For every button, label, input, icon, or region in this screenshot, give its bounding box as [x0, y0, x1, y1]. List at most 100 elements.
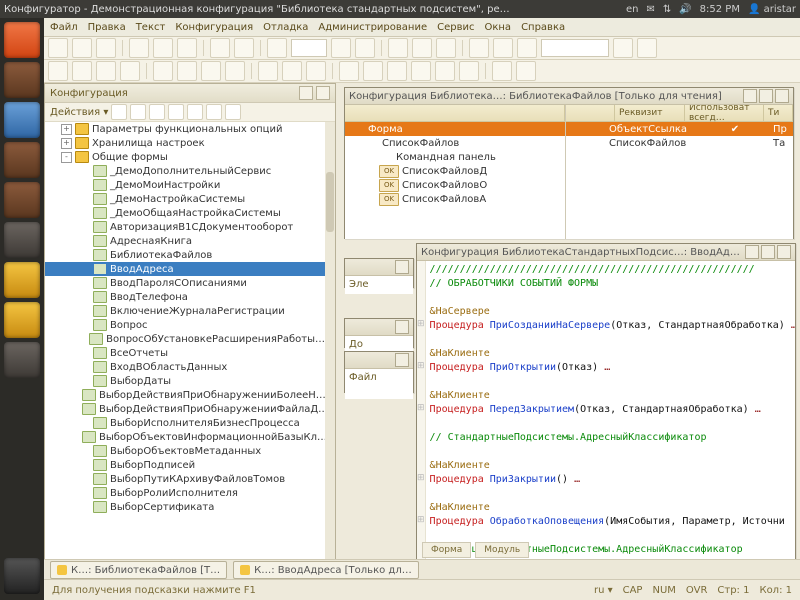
doc-tab[interactable]: К…: ВводАдреса [Только дл…	[233, 561, 419, 579]
form-elements-tree[interactable]: ФормаСписокФайловКомандная панельOKСписо…	[345, 105, 566, 239]
tree-item[interactable]: ВыборОбъектовИнформационнойБазыКл…	[45, 430, 325, 444]
gutter-cell[interactable]: ⊞	[417, 317, 425, 331]
tree-item[interactable]: ВводТелефона	[45, 290, 325, 304]
tree-item[interactable]: _ДемоДополнительныйСервис	[45, 164, 325, 178]
tb-btn-icon[interactable]	[435, 61, 455, 81]
launcher-chrome-icon[interactable]	[4, 222, 40, 258]
gutter-cell[interactable]	[417, 415, 425, 429]
gutter-cell[interactable]	[417, 499, 425, 513]
maximize-icon[interactable]	[759, 89, 773, 103]
tree-scrollbar[interactable]	[325, 122, 335, 559]
pane-tb-icon[interactable]	[187, 104, 203, 120]
pane-pin-icon[interactable]	[299, 86, 313, 100]
gutter-cell[interactable]	[417, 373, 425, 387]
tree-item[interactable]: ВсеОтчеты	[45, 346, 325, 360]
tb-undo-icon[interactable]	[210, 38, 230, 58]
tree-item[interactable]: ВключениеЖурналаРегистрации	[45, 304, 325, 318]
gutter-cell[interactable]: ⊞	[417, 401, 425, 415]
menu-file[interactable]: Файл	[50, 22, 78, 33]
gutter-cell[interactable]	[417, 457, 425, 471]
gutter-cell[interactable]	[417, 303, 425, 317]
keyboard-indicator[interactable]: en	[626, 4, 639, 15]
launcher-firefox-icon[interactable]	[4, 102, 40, 138]
form-attributes-grid[interactable]: Реквизит Использоват всегд… Ти ОбъектСсы…	[566, 105, 793, 239]
gutter-cell[interactable]: ⊞	[417, 471, 425, 485]
gutter-cell[interactable]	[417, 485, 425, 499]
tb-btn-icon[interactable]	[411, 61, 431, 81]
tab-module[interactable]: Модуль	[475, 542, 529, 558]
tb-redo-icon[interactable]	[234, 38, 254, 58]
tb-btn-icon[interactable]	[412, 38, 432, 58]
clock[interactable]: 8:52 PM	[700, 4, 740, 15]
tb-find-field[interactable]	[291, 39, 327, 57]
form-element-row[interactable]: OKСписокФайловА	[345, 192, 565, 206]
expander-icon[interactable]: +	[61, 124, 72, 135]
tb-paste-icon[interactable]	[177, 38, 197, 58]
gutter-cell[interactable]	[417, 261, 425, 275]
pane-tb-icon[interactable]	[168, 104, 184, 120]
minimize-icon[interactable]	[745, 245, 759, 259]
tb-run-icon[interactable]	[388, 38, 408, 58]
menu-debug[interactable]: Отладка	[263, 22, 308, 33]
tree-item[interactable]: ВыборДаты	[45, 374, 325, 388]
launcher-app-icon[interactable]	[4, 182, 40, 218]
tb-find-icon[interactable]	[267, 38, 287, 58]
gutter-cell[interactable]: ⊞	[417, 359, 425, 373]
tree-item[interactable]: _ДемоМоиНастройки	[45, 178, 325, 192]
tree-item[interactable]: _ДемоОбщаяНастройкаСистемы	[45, 206, 325, 220]
tree-item[interactable]: ВыборДействияПриОбнаруженииБолееН…	[45, 388, 325, 402]
strip-label[interactable]: До	[349, 339, 363, 350]
tb-btn-icon[interactable]	[225, 61, 245, 81]
pane-tb-icon[interactable]	[225, 104, 241, 120]
gutter-cell[interactable]	[417, 345, 425, 359]
tree-item[interactable]: ВводАдреса	[45, 262, 325, 276]
tb-btn-icon[interactable]	[355, 38, 375, 58]
user-menu[interactable]: 👤 aristar	[748, 4, 796, 15]
tb-btn-icon[interactable]	[387, 61, 407, 81]
tree-item[interactable]: ВходВОбластьДанных	[45, 360, 325, 374]
form-element-row[interactable]: OKСписокФайловО	[345, 178, 565, 192]
tb-btn-icon[interactable]	[177, 61, 197, 81]
form-element-row[interactable]: OKСписокФайловД	[345, 164, 565, 178]
network-icon[interactable]: ⇅	[663, 4, 671, 15]
tb-btn-icon[interactable]	[492, 61, 512, 81]
maximize-icon[interactable]	[761, 245, 775, 259]
tb-btn-icon[interactable]	[516, 61, 536, 81]
col-header[interactable]: Ти	[764, 105, 793, 121]
tree-item[interactable]: ВыборДействияПриОбнаруженииФайлаД…	[45, 402, 325, 416]
tree-item[interactable]: Вопрос	[45, 318, 325, 332]
tree-item[interactable]: ВыборОбъектовМетаданных	[45, 444, 325, 458]
menu-config[interactable]: Конфигурация	[175, 22, 253, 33]
tree-item[interactable]: АдреснаяКнига	[45, 234, 325, 248]
doc-tab[interactable]: К…: БиблиотекаФайлов [Т…	[50, 561, 227, 579]
col-header[interactable]: Реквизит	[615, 105, 685, 121]
menu-text[interactable]: Текст	[136, 22, 166, 33]
menu-windows[interactable]: Окна	[484, 22, 511, 33]
tb-open-icon[interactable]	[72, 38, 92, 58]
tb-btn-icon[interactable]	[258, 61, 278, 81]
launcher-dash-icon[interactable]	[4, 22, 40, 58]
attribute-row[interactable]: ОбъектСсылка✔Пр	[566, 122, 793, 136]
pane-tb-icon[interactable]	[111, 104, 127, 120]
pane-close-icon[interactable]	[316, 86, 330, 100]
expander-icon[interactable]: +	[61, 138, 72, 149]
expander-icon[interactable]: -	[61, 152, 72, 163]
mail-icon[interactable]: ✉	[646, 4, 654, 15]
tb-btn-icon[interactable]	[306, 61, 326, 81]
tb-btn-icon[interactable]	[637, 38, 657, 58]
gutter-cell[interactable]: ⊞	[417, 513, 425, 527]
tb-btn-icon[interactable]	[613, 38, 633, 58]
gutter-cell[interactable]	[417, 443, 425, 457]
fold-gutter[interactable]: ⊞ ⊞ ⊞ ⊞ ⊞	[417, 261, 426, 583]
tb-btn-icon[interactable]	[120, 61, 140, 81]
tree-item[interactable]: БиблиотекаФайлов	[45, 248, 325, 262]
form-element-row[interactable]: Форма	[345, 122, 565, 136]
tree-item[interactable]: ВыборПодписей	[45, 458, 325, 472]
gutter-cell[interactable]	[417, 331, 425, 345]
launcher-trash-icon[interactable]	[4, 558, 40, 594]
gutter-cell[interactable]	[417, 429, 425, 443]
tb-btn-icon[interactable]	[331, 38, 351, 58]
tb-cut-icon[interactable]	[129, 38, 149, 58]
tb-btn-icon[interactable]	[436, 38, 456, 58]
close-icon[interactable]	[395, 320, 409, 334]
